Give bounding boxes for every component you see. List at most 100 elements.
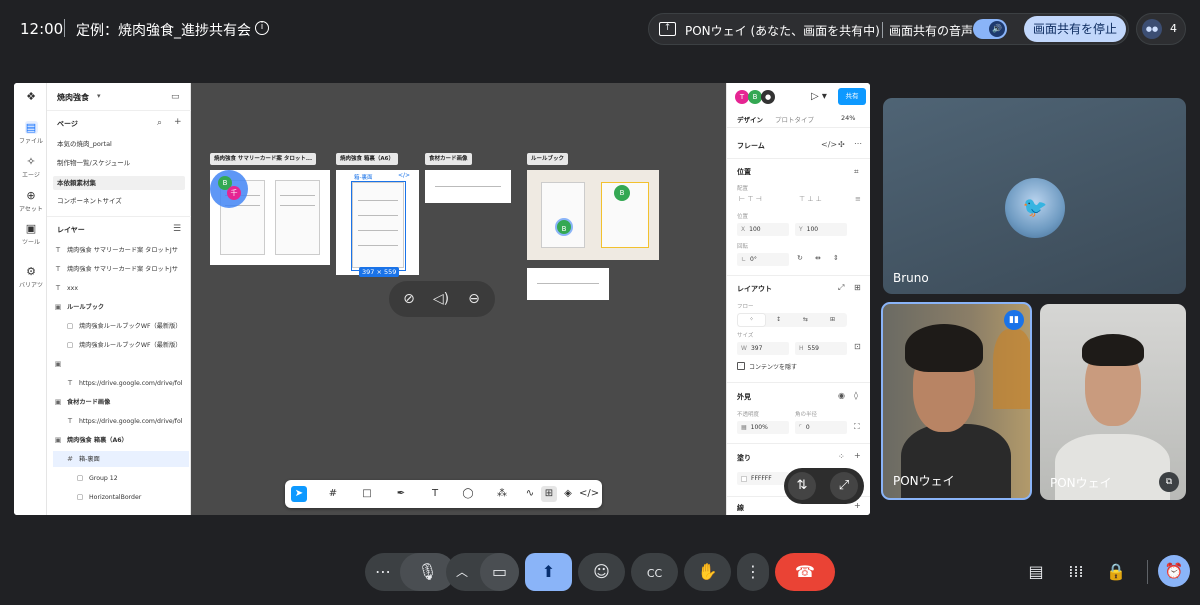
frame-label[interactable]: 食材カード画像 [425, 153, 472, 165]
layer-row[interactable]: ▢ 焼肉強食ルールブックWF（最新版） [53, 318, 189, 334]
x-input[interactable]: X 100 [737, 223, 789, 236]
layer-row[interactable]: ▣ 食材カード画像 [53, 394, 189, 410]
collaborator-avatar[interactable]: B [748, 90, 762, 104]
camera-icon[interactable]: ▭ [480, 553, 519, 591]
rail-tools[interactable]: ▣ ツール [16, 222, 46, 246]
comment-tool-icon[interactable]: ◯ [460, 486, 476, 502]
rail-file[interactable]: ▤ ファイル [16, 121, 46, 145]
design-mode-icon[interactable]: ⊞ [541, 486, 557, 502]
layer-row[interactable]: ▣ 焼肉強食 箱裏（A6） [53, 432, 189, 448]
participant-tile[interactable]: ⧉ PONウェイ [1040, 304, 1186, 500]
raise-hand-button[interactable]: ✋ [684, 553, 731, 591]
layer-row[interactable]: ▢ Group 12 [53, 470, 189, 486]
prototype-mode-icon[interactable]: ◈ [560, 486, 576, 502]
corner-expand-icon[interactable]: ⛶ [854, 422, 860, 432]
timer-icon[interactable]: ⏰ [1158, 555, 1190, 587]
project-name[interactable]: 焼肉強食 [57, 92, 89, 103]
actions-icon[interactable]: ⁂ [494, 486, 510, 502]
align-top-icon[interactable]: ⊤ ⊥ ⊥ [799, 195, 822, 203]
flow-freeform-icon[interactable]: ⁘ [738, 314, 765, 326]
panel-toggle-icon[interactable]: ▭ [171, 92, 180, 102]
layers-options-icon[interactable]: ☰ [173, 224, 181, 234]
rotation-input[interactable]: ∟ 0° [737, 253, 789, 266]
expand-icon[interactable]: ⤢ [838, 283, 844, 293]
code-icon[interactable]: </> [821, 140, 837, 149]
more-options-button[interactable]: ⋮ [737, 553, 769, 591]
page-item-selected[interactable]: 本依頼素材集 [53, 176, 185, 190]
rotate-icon[interactable]: ↻ [797, 254, 803, 262]
tab-design[interactable]: デザイン [737, 114, 763, 124]
end-call-button[interactable]: ☎ [775, 553, 835, 591]
more-options-icon[interactable]: ⋯ [375, 553, 391, 591]
dev-mode-icon[interactable]: </> [579, 486, 599, 502]
move-tool-icon[interactable]: ➤ [291, 486, 307, 502]
add-fill-icon[interactable]: + [854, 451, 861, 460]
emoji-button[interactable]: ☺ [578, 553, 625, 591]
fullscreen-icon[interactable]: ⤢ [830, 472, 858, 500]
rail-agent[interactable]: ✧ エージ [16, 155, 46, 179]
collaborator-avatar[interactable]: T [735, 90, 749, 104]
layer-row[interactable]: Thttps://drive.google.com/drive/fol [53, 413, 189, 429]
flow-horizontal-icon[interactable]: ⇆ [792, 314, 819, 326]
present-play-icon[interactable]: ▷ ▾ [811, 91, 827, 102]
flip-horizontal-icon[interactable]: ⇹ [815, 254, 821, 262]
flow-vertical-icon[interactable]: ↕ [765, 314, 792, 326]
height-input[interactable]: H 559 [795, 342, 847, 355]
info-icon[interactable]: i [255, 21, 269, 35]
flow-grid-icon[interactable]: ⊞ [819, 314, 846, 326]
picture-in-picture-icon[interactable]: ⧉ [1159, 472, 1179, 492]
captions-button[interactable]: CC [631, 553, 678, 591]
swap-icon[interactable]: ⇅ [788, 472, 816, 500]
shape-tool-icon[interactable]: □ [359, 486, 375, 502]
activities-icon[interactable]: ⁞⁞⁞ [1062, 558, 1090, 586]
frame-type-label[interactable]: フレーム [737, 141, 765, 151]
participant-tile-active-speaker[interactable]: ▮▮ PONウェイ [881, 302, 1032, 500]
participant-tile[interactable]: 🐦 Bruno [883, 98, 1186, 294]
figma-logo-icon[interactable]: ❖ [16, 90, 46, 105]
frame-label[interactable]: ルールブック [527, 153, 569, 165]
drop-icon[interactable]: ◊ [854, 391, 858, 400]
chevron-up-icon[interactable]: ︿ [456, 553, 468, 591]
layer-row[interactable]: ▣ [53, 356, 189, 372]
stop-sharing-button[interactable]: 画面共有を停止 [1024, 16, 1126, 42]
present-button[interactable]: ⬆ [525, 553, 572, 591]
resize-icon[interactable]: ⊡ [854, 342, 861, 351]
frame-label[interactable]: 焼肉強食 サマリーカード案 タロット... [210, 153, 317, 165]
component-icon[interactable]: ✣ [838, 140, 845, 149]
layer-row[interactable]: Thttps://drive.google.com/drive/fol [53, 375, 189, 391]
frame-rulebook[interactable] [527, 170, 659, 260]
chat-icon[interactable]: ▤ [1022, 558, 1050, 586]
rail-assets[interactable]: ⊕ アセット [16, 189, 46, 213]
y-input[interactable]: Y 100 [795, 223, 847, 236]
layer-row[interactable]: ▢ 焼肉強食ルールブックWF（最新版） [53, 337, 189, 353]
add-page-icon[interactable]: + [174, 117, 182, 127]
share-audio-toggle[interactable]: 🔊 [973, 19, 1007, 39]
flip-vertical-icon[interactable]: ⇕ [833, 254, 839, 262]
distribute-icon[interactable]: ≡ [855, 195, 861, 203]
layer-row[interactable]: Txxx [53, 280, 189, 296]
visibility-eye-icon[interactable]: ◉ [838, 391, 845, 400]
share-button[interactable]: 共有 [838, 88, 866, 105]
draw-mode-icon[interactable]: ∿ [522, 486, 538, 502]
tab-prototype[interactable]: プロトタイプ [775, 114, 814, 124]
layer-row[interactable]: ▢ HorizontalBorder [53, 489, 189, 505]
remove-icon[interactable]: ⊖ [464, 289, 484, 309]
clip-content-checkbox[interactable]: ✓ [737, 362, 745, 370]
opacity-input[interactable]: ▦ 100% [737, 421, 789, 434]
frame-ingredient-card[interactable] [425, 170, 511, 203]
styles-icon[interactable]: ⁘ [838, 452, 845, 461]
frame-tool-icon[interactable]: # [325, 486, 341, 502]
layer-row-selected[interactable]: # 箱-裏面 [53, 451, 189, 467]
constraints-icon[interactable]: ⌗ [854, 167, 859, 177]
frame-rulebook-sub[interactable] [527, 268, 609, 300]
width-input[interactable]: W 397 [737, 342, 789, 355]
rail-variants[interactable]: ⚙ バリアツ [16, 265, 46, 289]
page-item[interactable]: 制作物一覧/スケジュール [53, 156, 185, 170]
volume-icon[interactable]: ◁) [431, 289, 451, 309]
text-tool-icon[interactable]: T [427, 486, 443, 502]
layer-row[interactable]: T 焼肉強食 サマリーカード案 タロットJサ [53, 242, 189, 258]
pen-tool-icon[interactable]: ✒ [393, 486, 409, 502]
unpin-icon[interactable]: ⊘ [399, 289, 419, 309]
frame-label[interactable]: 焼肉強食 箱裏（A6） [336, 153, 398, 165]
fill-color-input[interactable]: FFFFFF [737, 472, 789, 485]
